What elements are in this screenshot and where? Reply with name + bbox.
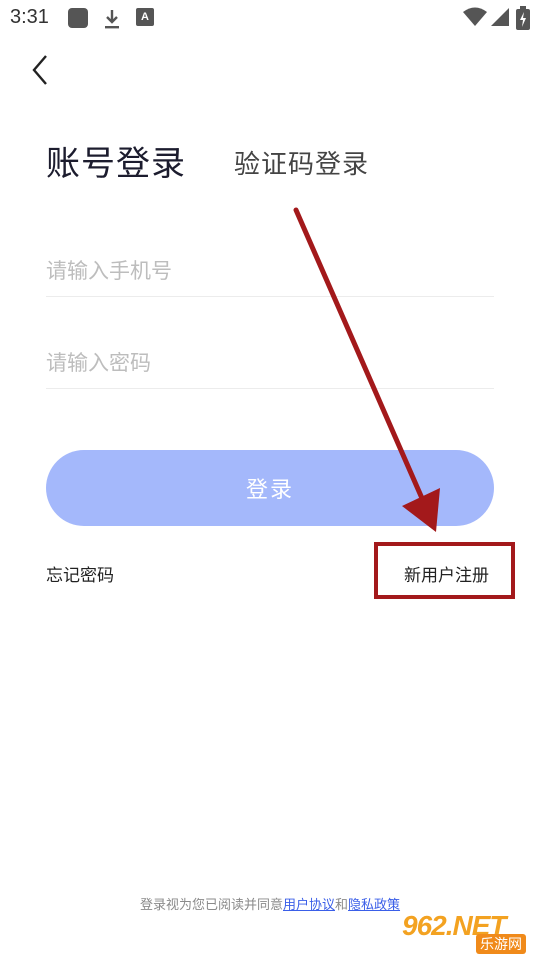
watermark-logo: 962.NET 乐游网 [402,910,534,956]
tab-account-login[interactable]: 账号登录 [46,136,186,185]
phone-input[interactable] [46,246,494,296]
watermark-sub: 乐游网 [476,934,526,954]
user-agreement-link[interactable]: 用户协议 [283,898,335,913]
tab-code-login[interactable]: 验证码登录 [234,144,369,181]
password-field [46,338,494,389]
status-time: 3:31 [10,6,49,28]
download-icon [105,10,119,29]
login-button[interactable]: 登录 [46,450,494,526]
agreement-prefix: 登录视为您已阅读并同意 [139,898,283,913]
annotation-highlight-box [374,542,515,599]
agreement-and: 和 [335,898,349,913]
password-input[interactable] [46,338,494,388]
a-icon: A [136,8,154,26]
battery-icon [516,6,530,30]
back-arrow-icon[interactable] [26,52,58,88]
square-notification-icon [68,8,88,28]
wifi-icon [463,7,487,26]
phone-field [46,246,494,297]
privacy-policy-link[interactable]: 隐私政策 [348,898,400,913]
forgot-password-link[interactable]: 忘记密码 [46,561,114,586]
status-bar: 3:31 A [0,0,540,36]
signal-icon [491,8,509,26]
